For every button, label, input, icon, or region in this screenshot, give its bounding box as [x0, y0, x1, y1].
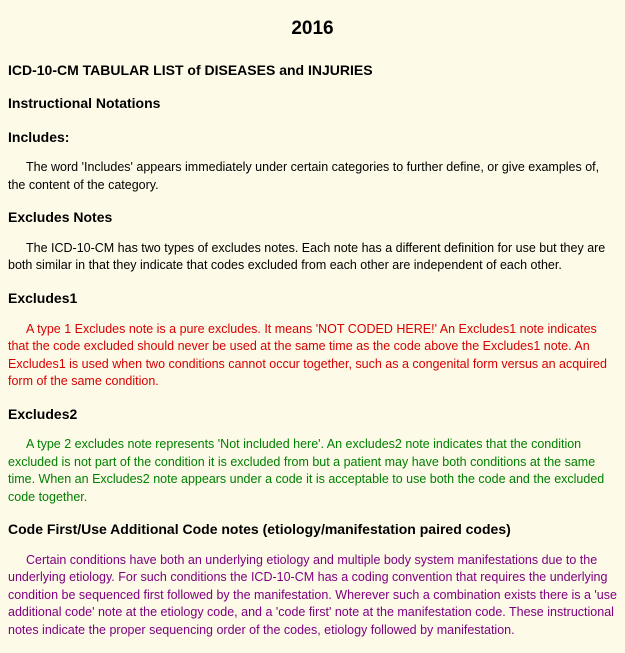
excludes1-body: A type 1 Excludes note is a pure exclude… — [8, 321, 617, 391]
instructional-notations-heading: Instructional Notations — [8, 94, 617, 114]
excludes1-heading: Excludes1 — [8, 289, 617, 309]
includes-body: The word 'Includes' appears immediately … — [8, 159, 617, 194]
includes-heading: Includes: — [8, 128, 617, 148]
code-first-body: Certain conditions have both an underlyi… — [8, 552, 617, 640]
page-year-heading: 2016 — [8, 16, 617, 43]
page-title: ICD-10-CM TABULAR LIST of DISEASES and I… — [8, 61, 617, 81]
code-first-heading: Code First/Use Additional Code notes (et… — [8, 520, 617, 540]
excludes2-heading: Excludes2 — [8, 405, 617, 425]
excludes2-body: A type 2 excludes note represents 'Not i… — [8, 436, 617, 506]
excludes-notes-body: The ICD-10-CM has two types of excludes … — [8, 240, 617, 275]
excludes-notes-heading: Excludes Notes — [8, 208, 617, 228]
